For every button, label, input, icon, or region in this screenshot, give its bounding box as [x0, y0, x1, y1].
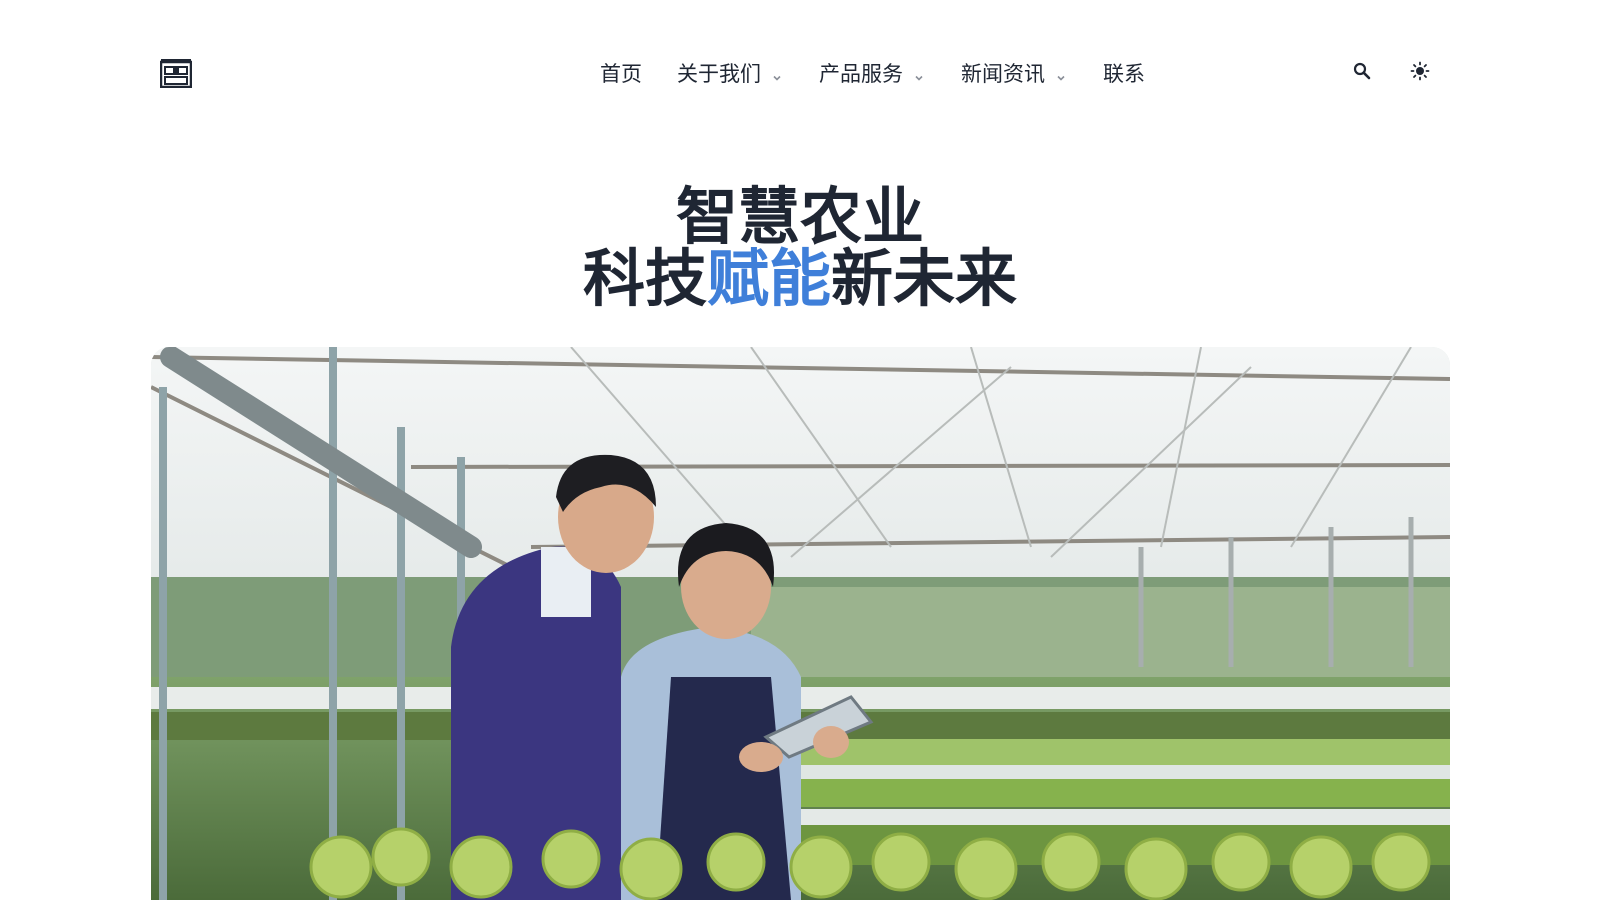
- theme-toggle-button[interactable]: [1407, 60, 1433, 86]
- logo-icon[interactable]: [159, 58, 193, 89]
- nav-item-label: 首页: [600, 62, 642, 86]
- header-tools: [1349, 60, 1433, 86]
- hero-title-line2-pre: 科技: [582, 242, 707, 315]
- nav-item-home[interactable]: 首页: [600, 58, 642, 88]
- site-header: 首页 关于我们 产品服务 新闻资讯 联系: [0, 0, 1600, 146]
- nav-item-contact[interactable]: 联系: [1103, 58, 1145, 88]
- chevron-down-icon: [1054, 66, 1068, 81]
- hero-image: [151, 347, 1450, 900]
- nav-item-news[interactable]: 新闻资讯: [961, 58, 1068, 88]
- chevron-down-icon: [912, 66, 926, 81]
- chevron-down-icon: [770, 66, 784, 81]
- hero-title-line2: 科技赋能新未来: [0, 248, 1600, 310]
- nav-item-about[interactable]: 关于我们: [677, 58, 784, 88]
- search-button[interactable]: [1349, 60, 1375, 86]
- search-icon: [1353, 62, 1371, 84]
- greenhouse-illustration: [151, 347, 1450, 900]
- nav-item-label: 产品服务: [819, 62, 903, 86]
- hero-title-line1: 智慧农业: [675, 180, 924, 253]
- nav-item-label: 联系: [1103, 62, 1145, 86]
- hero-title-accent: 赋能: [706, 242, 831, 315]
- hero-title-line2-post: 新未来: [831, 242, 1018, 315]
- nav-item-label: 关于我们: [677, 62, 761, 86]
- main-nav: 首页 关于我们 产品服务 新闻资讯 联系: [600, 56, 1145, 90]
- nav-item-products[interactable]: 产品服务: [819, 58, 926, 88]
- nav-item-label: 新闻资讯: [961, 62, 1045, 86]
- sun-icon: [1410, 61, 1430, 85]
- hero-title: 智慧农业 科技赋能新未来: [0, 186, 1600, 310]
